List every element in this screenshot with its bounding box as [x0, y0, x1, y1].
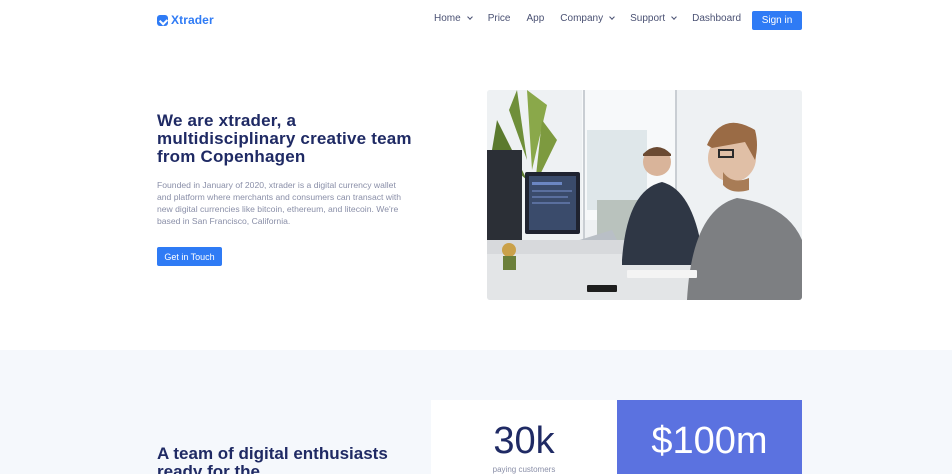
stat-value: $100m	[651, 420, 768, 462]
nav-item-label: Home	[434, 13, 461, 24]
nav-item-app[interactable]: App	[526, 13, 544, 24]
top-navbar: Xtrader Home Price App Company Support D…	[0, 0, 952, 40]
sign-in-button[interactable]: Sign in	[752, 11, 802, 30]
nav-item-label: Company	[560, 13, 604, 24]
chevron-down-icon	[466, 14, 473, 20]
brand-logo[interactable]: Xtrader	[157, 13, 214, 27]
team-section-title: A team of digital enthusiasts ready for …	[157, 444, 388, 474]
stat-card-customers: 30k paying customers	[431, 400, 617, 474]
nav-item-company[interactable]: Company	[560, 13, 615, 24]
nav-item-label: App	[526, 13, 545, 24]
chevron-down-icon	[609, 14, 615, 20]
logo-icon	[157, 14, 168, 26]
nav-item-label: Price	[487, 13, 511, 24]
stat-label: paying customers	[492, 465, 556, 474]
stat-card-volume: $100m	[617, 400, 802, 474]
nav-item-label: Dashboard	[692, 13, 742, 24]
team-office-photo	[487, 90, 802, 300]
hero-title: We are xtrader, a multidisciplinary crea…	[157, 111, 412, 166]
main-menu: Home Price App Company Support Dashboard	[434, 13, 757, 24]
nav-item-label: Support	[630, 13, 666, 24]
office-photo-illustration	[487, 90, 802, 300]
get-in-touch-button[interactable]: Get in Touch	[157, 247, 222, 266]
nav-item-home[interactable]: Home	[434, 13, 473, 24]
stat-value: 30k	[493, 420, 555, 462]
nav-item-dashboard[interactable]: Dashboard	[692, 13, 741, 24]
nav-item-support[interactable]: Support	[630, 13, 677, 24]
hero-description: Founded in January of 2020, xtrader is a…	[157, 180, 402, 226]
chevron-down-icon	[671, 14, 677, 20]
brand-name: Xtrader	[171, 13, 214, 27]
nav-item-price[interactable]: Price	[488, 13, 511, 24]
